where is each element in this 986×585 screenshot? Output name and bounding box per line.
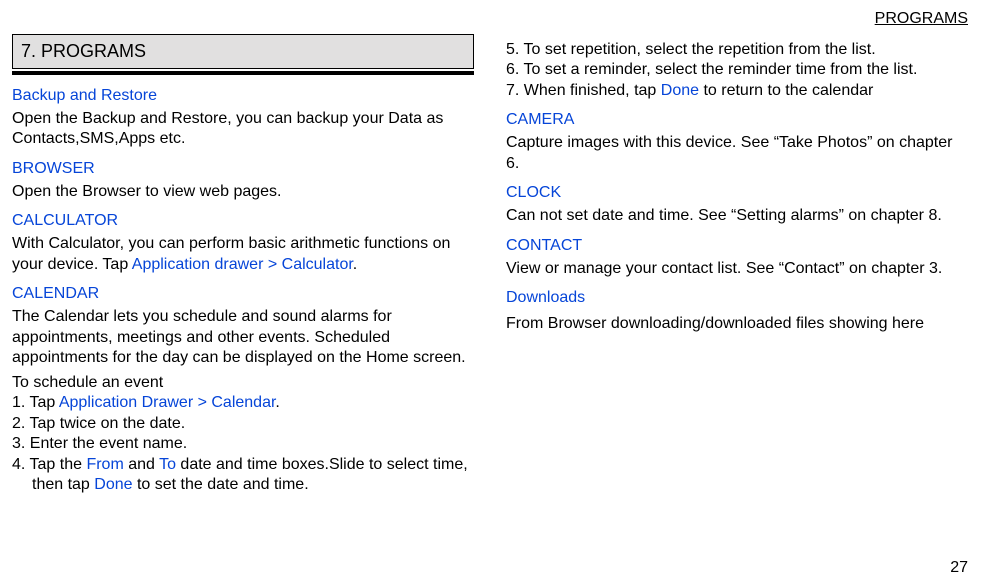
link-done-1[interactable]: Done	[94, 476, 132, 493]
step1-a: 1. Tap	[12, 394, 59, 411]
calendar-step-6: 6. To set a reminder, select the reminde…	[506, 60, 968, 80]
calc-text-2: .	[353, 256, 357, 273]
step4-a: 4. Tap the	[12, 456, 86, 473]
link-app-drawer-calculator[interactable]: Application drawer > Calculator	[132, 256, 353, 273]
calendar-step-7: 7. When finished, tap Done to return to …	[506, 81, 968, 101]
calendar-step-5: 5. To set repetition, select the repetit…	[506, 40, 968, 60]
chapter-rule	[12, 71, 474, 75]
calendar-body: The Calendar lets you schedule and sound…	[12, 307, 474, 368]
right-column: 5. To set repetition, select the repetit…	[506, 34, 968, 496]
content-columns: 7. PROGRAMS Backup and Restore Open the …	[12, 34, 968, 496]
link-to[interactable]: To	[159, 456, 176, 473]
calendar-sub: To schedule an event	[12, 373, 474, 393]
calendar-step-2: 2. Tap twice on the date.	[12, 414, 474, 434]
calendar-step-1: 1. Tap Application Drawer > Calendar.	[12, 393, 474, 413]
left-column: 7. PROGRAMS Backup and Restore Open the …	[12, 34, 474, 496]
downloads-body: From Browser downloading/downloaded file…	[506, 311, 968, 337]
step7-b: to return to the calendar	[699, 82, 873, 99]
step1-b: .	[275, 394, 279, 411]
link-app-drawer-calendar[interactable]: Application Drawer > Calendar	[59, 394, 276, 411]
browser-body: Open the Browser to view web pages.	[12, 182, 474, 202]
section-browser: BROWSER	[12, 160, 474, 178]
section-camera: CAMERA	[506, 111, 968, 129]
section-calculator: CALCULATOR	[12, 212, 474, 230]
link-done-2[interactable]: Done	[661, 82, 699, 99]
step7-a: 7. When finished, tap	[506, 82, 661, 99]
page-number: 27	[950, 559, 968, 577]
clock-body: Can not set date and time. See “Setting …	[506, 206, 968, 226]
section-backup-restore: Backup and Restore	[12, 87, 474, 105]
section-downloads: Downloads	[506, 289, 968, 307]
camera-body: Capture images with this device. See “Ta…	[506, 133, 968, 174]
section-contact: CONTACT	[506, 237, 968, 255]
calendar-step-3: 3. Enter the event name.	[12, 434, 474, 454]
calculator-body: With Calculator, you can perform basic a…	[12, 234, 474, 275]
step4-mid: and	[124, 456, 159, 473]
step4-c: to set the date and time.	[133, 476, 309, 493]
section-clock: CLOCK	[506, 184, 968, 202]
section-calendar: CALENDAR	[12, 285, 474, 303]
calendar-step-4: 4. Tap the From and To date and time box…	[12, 455, 474, 496]
chapter-title: 7. PROGRAMS	[12, 34, 474, 69]
contact-body: View or manage your contact list. See “C…	[506, 259, 968, 279]
running-header: PROGRAMS	[12, 10, 968, 28]
link-from[interactable]: From	[86, 456, 123, 473]
backup-body: Open the Backup and Restore, you can bac…	[12, 109, 474, 150]
